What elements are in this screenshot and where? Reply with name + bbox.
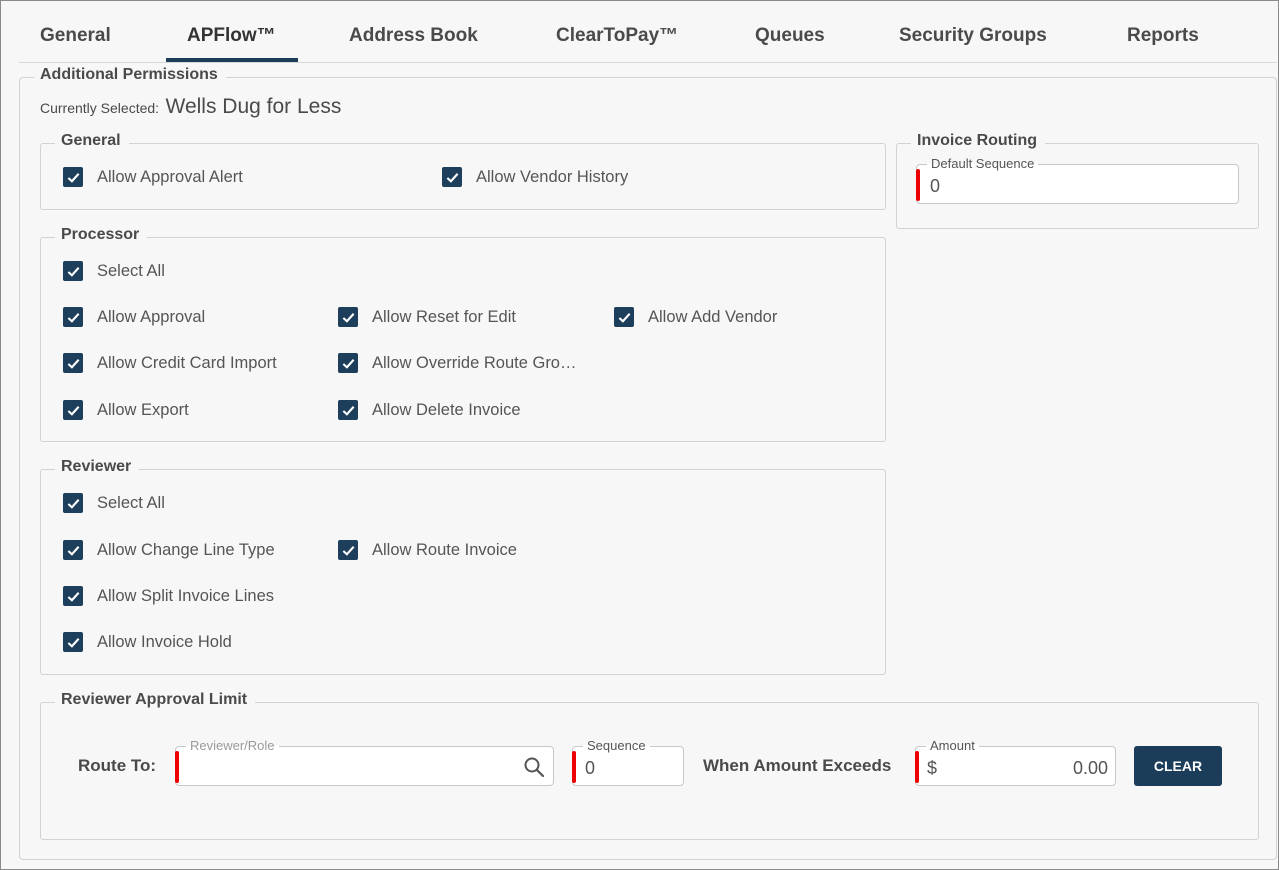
allow-override-route-group-checkbox[interactable]: Allow Override Route Gro… (338, 353, 577, 373)
reviewer-role-input[interactable]: Reviewer/Role (175, 738, 554, 786)
checkbox-label: Allow Add Vendor (648, 307, 778, 326)
allow-invoice-hold-checkbox[interactable]: Allow Invoice Hold (63, 632, 232, 652)
processor-select-all-checkbox[interactable]: Select All (63, 261, 165, 281)
required-indicator (916, 169, 920, 201)
checkbox-label: Allow Approval Alert (97, 167, 243, 186)
checkbox-label: Allow Split Invoice Lines (97, 586, 275, 605)
checkbox-checked-icon (614, 307, 634, 327)
checkbox-label: Allow Route Invoice (372, 540, 517, 559)
sequence-input[interactable]: Sequence 0 (572, 738, 684, 786)
checkbox-label: Allow Credit Card Import (97, 353, 277, 372)
invoice-routing-legend: Invoice Routing (911, 132, 1045, 150)
reviewer-approval-limit-legend: Reviewer Approval Limit (55, 691, 256, 709)
checkbox-checked-icon (63, 400, 83, 420)
sequence-value: 0 (585, 758, 596, 778)
checkbox-label: Allow Vendor History (476, 167, 629, 186)
currently-selected: Currently Selected: Wells Dug for Less (40, 95, 341, 119)
checkbox-checked-icon (338, 307, 358, 327)
checkbox-checked-icon (442, 167, 462, 187)
search-icon[interactable] (523, 756, 545, 783)
allow-export-checkbox[interactable]: Allow Export (63, 400, 189, 420)
checkbox-checked-icon (338, 400, 358, 420)
reviewer-legend: Reviewer (55, 458, 140, 476)
checkbox-checked-icon (338, 540, 358, 560)
required-indicator (915, 751, 919, 783)
when-amount-exceeds-label: When Amount Exceeds (703, 756, 892, 775)
allow-credit-card-import-checkbox[interactable]: Allow Credit Card Import (63, 353, 277, 373)
tab-cleartopay[interactable]: ClearToPay™ (556, 25, 678, 47)
checkbox-label: Allow Change Line Type (97, 540, 275, 559)
allow-delete-invoice-checkbox[interactable]: Allow Delete Invoice (338, 400, 521, 420)
clear-button[interactable]: CLEAR (1134, 746, 1222, 786)
default-sequence-field[interactable]: Default Sequence 0 (916, 156, 1239, 204)
checkbox-label: Allow Invoice Hold (97, 632, 232, 651)
tab-apflow[interactable]: APFlow™ (187, 25, 276, 47)
checkbox-label: Select All (97, 261, 165, 280)
allow-vendor-history-checkbox[interactable]: Allow Vendor History (442, 167, 628, 187)
tab-queues[interactable]: Queues (755, 25, 825, 47)
checkbox-label: Allow Reset for Edit (372, 307, 516, 326)
allow-change-line-type-checkbox[interactable]: Allow Change Line Type (63, 540, 275, 560)
checkbox-checked-icon (338, 353, 358, 373)
additional-permissions-legend: Additional Permissions (34, 66, 226, 84)
sequence-label: Sequence (583, 738, 650, 753)
checkbox-checked-icon (63, 540, 83, 560)
checkbox-label: Allow Export (97, 400, 189, 419)
checkbox-label: Allow Override Route Gro… (372, 353, 577, 372)
allow-split-invoice-lines-checkbox[interactable]: Allow Split Invoice Lines (63, 586, 274, 606)
allow-approval-checkbox[interactable]: Allow Approval (63, 307, 205, 327)
amount-value: 0.00 (1072, 758, 1108, 778)
currency-symbol: $ (927, 758, 938, 778)
checkbox-checked-icon (63, 307, 83, 327)
checkbox-label: Allow Approval (97, 307, 206, 326)
checkbox-label: Select All (97, 493, 165, 512)
route-to-label: Route To: (78, 756, 157, 775)
tab-security-groups[interactable]: Security Groups (899, 25, 1047, 47)
checkbox-checked-icon (63, 632, 83, 652)
allow-add-vendor-checkbox[interactable]: Allow Add Vendor (614, 307, 777, 327)
amount-label: Amount (926, 738, 979, 753)
processor-legend: Processor (55, 226, 148, 244)
default-sequence-label: Default Sequence (927, 156, 1039, 171)
general-legend: General (55, 132, 129, 150)
checkbox-checked-icon (63, 353, 83, 373)
amount-input[interactable]: Amount $ 0.00 (915, 738, 1116, 786)
required-indicator (572, 751, 576, 783)
allow-approval-alert-checkbox[interactable]: Allow Approval Alert (63, 167, 243, 187)
currently-selected-value: Wells Dug for Less (165, 95, 342, 118)
tab-address-book[interactable]: Address Book (349, 25, 478, 47)
tab-reports[interactable]: Reports (1127, 25, 1199, 47)
reviewer-role-placeholder: Reviewer/Role (186, 738, 279, 753)
checkbox-checked-icon (63, 586, 83, 606)
active-tab-indicator (166, 58, 298, 62)
checkbox-checked-icon (63, 493, 83, 513)
allow-reset-for-edit-checkbox[interactable]: Allow Reset for Edit (338, 307, 516, 327)
reviewer-select-all-checkbox[interactable]: Select All (63, 493, 165, 513)
checkbox-checked-icon (63, 261, 83, 281)
checkbox-checked-icon (63, 167, 83, 187)
required-indicator (175, 751, 179, 783)
default-sequence-value: 0 (930, 176, 941, 196)
tab-bar: General APFlow™ Address Book ClearToPay™… (19, 17, 1277, 63)
permissions-panel: General APFlow™ Address Book ClearToPay™… (0, 0, 1279, 870)
tab-general[interactable]: General (40, 25, 111, 47)
currently-selected-label: Currently Selected: (40, 100, 160, 116)
checkbox-label: Allow Delete Invoice (372, 400, 521, 419)
allow-route-invoice-checkbox[interactable]: Allow Route Invoice (338, 540, 517, 560)
